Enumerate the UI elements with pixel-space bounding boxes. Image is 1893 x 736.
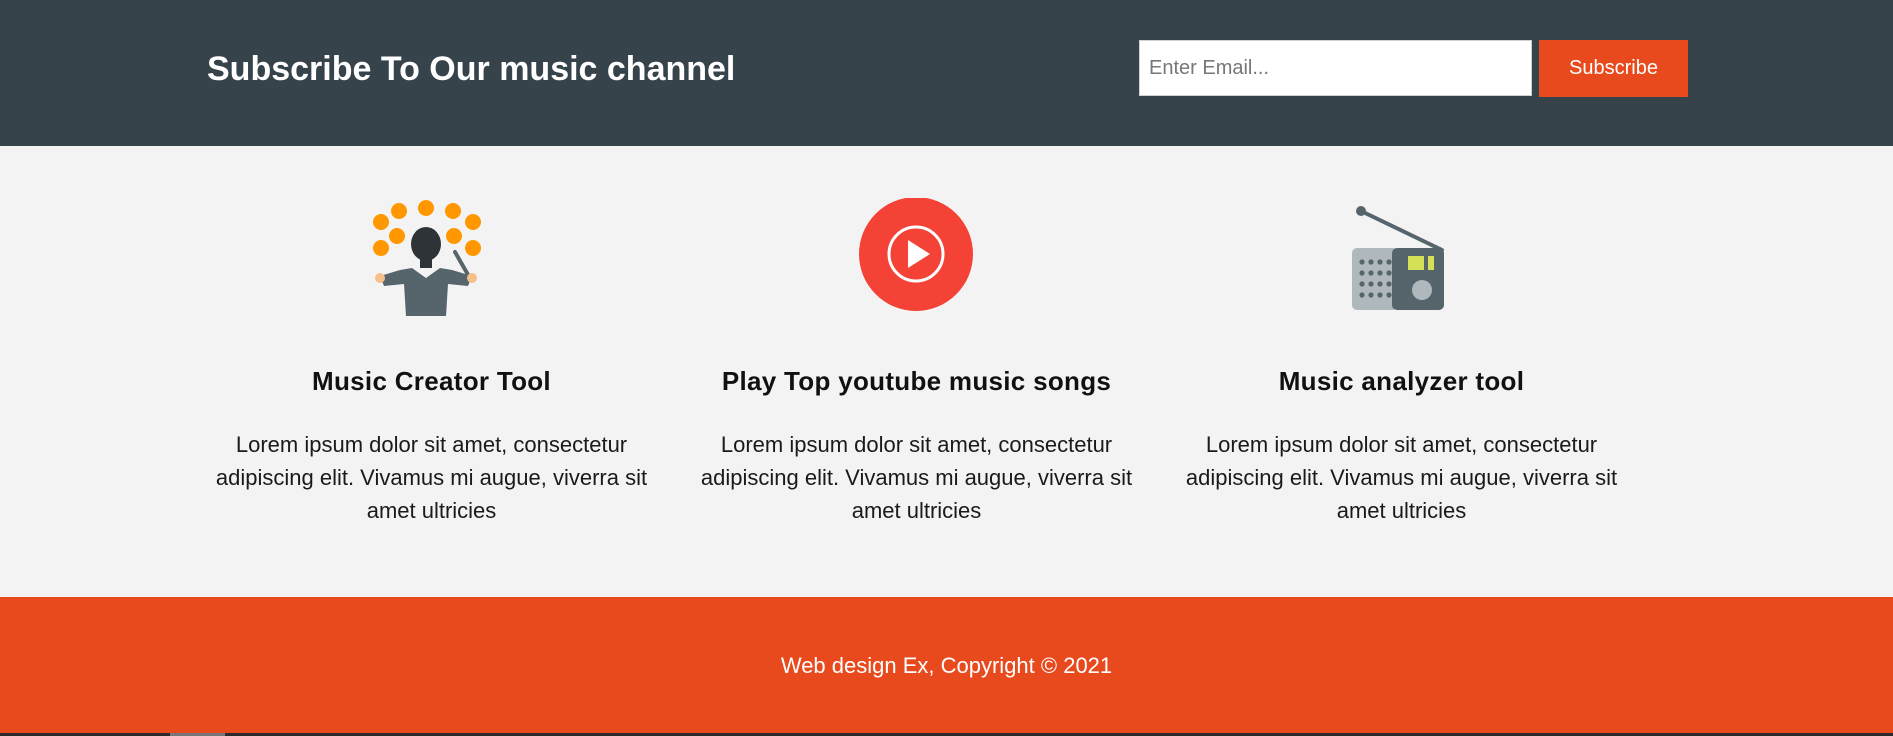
radio-icon	[1352, 206, 1444, 310]
conductor-icon	[373, 200, 481, 316]
feature-description: Lorem ipsum dolor sit amet, consectetur …	[700, 432, 1133, 523]
copyright-text: Web design Ex, Copyright © 2021	[780, 653, 1113, 678]
subscribe-button[interactable]: Subscribe	[1539, 40, 1688, 97]
subscribe-bar: Subscribe To Our music channel Subscribe	[0, 0, 1893, 146]
subscribe-title: Subscribe To Our music channel	[207, 50, 736, 88]
feature-title: Music Creator Tool	[312, 366, 551, 396]
feature-description: Lorem ipsum dolor sit amet, consectetur …	[1185, 432, 1618, 523]
play-circle-icon	[859, 198, 973, 311]
features-section: Music Creator Tool Lorem ipsum dolor sit…	[0, 146, 1893, 597]
email-input[interactable]	[1139, 40, 1532, 96]
feature-title: Music analyzer tool	[1278, 366, 1525, 396]
footer: Web design Ex, Copyright © 2021	[0, 597, 1893, 733]
feature-title: Play Top youtube music songs	[721, 366, 1112, 396]
feature-description: Lorem ipsum dolor sit amet, consectetur …	[215, 432, 648, 523]
